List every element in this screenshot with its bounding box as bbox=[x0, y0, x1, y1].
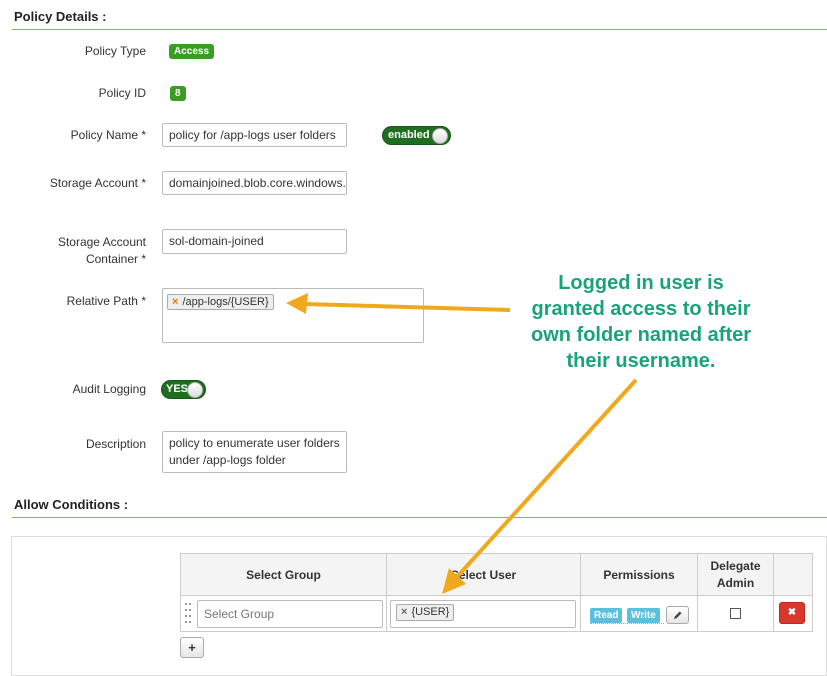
permissions-underline bbox=[590, 623, 664, 624]
annotation-text: Logged in user is granted access to thei… bbox=[505, 270, 777, 374]
annotation-line-4: their username. bbox=[566, 350, 716, 372]
delete-cell: ✖ bbox=[773, 595, 813, 632]
policy-id-badge: 8 bbox=[170, 86, 186, 101]
storage-container-label-line1: Storage Account bbox=[57, 235, 146, 249]
remove-tag-icon[interactable]: × bbox=[172, 296, 178, 308]
allow-conditions-title: Allow Conditions : bbox=[14, 497, 129, 512]
annotation-line-1: Logged in user is bbox=[558, 272, 724, 294]
permission-write-badge: Write bbox=[627, 608, 660, 623]
permission-read-badge: Read bbox=[590, 608, 623, 623]
description-line-2: under /app-logs folder bbox=[169, 453, 286, 467]
storage-container-input[interactable]: sol-domain-joined bbox=[162, 229, 347, 254]
pencil-icon bbox=[673, 611, 681, 619]
delegate-admin-cell bbox=[697, 595, 774, 632]
policy-type-badge: Access bbox=[169, 44, 215, 59]
policy-details-divider bbox=[12, 29, 827, 30]
actions-header bbox=[773, 553, 813, 596]
select-group-header: Select Group bbox=[180, 553, 387, 596]
plus-icon: + bbox=[188, 640, 196, 655]
delegate-header-line-2: Admin bbox=[716, 575, 755, 590]
audit-logging-label: Audit Logging bbox=[72, 382, 146, 396]
toggle-knob bbox=[432, 128, 448, 144]
relative-path-tag: × /app-logs/{USER} bbox=[167, 294, 274, 310]
delegate-header-line-1: Delegate bbox=[710, 558, 761, 573]
storage-account-input[interactable]: domainjoined.blob.core.windows. bbox=[162, 171, 347, 195]
annotation-line-2: granted access to their bbox=[531, 298, 751, 320]
storage-container-label-line2: Container * bbox=[85, 252, 146, 266]
edit-permissions-button[interactable] bbox=[666, 606, 689, 624]
select-user-cell: × {USER} bbox=[386, 595, 581, 632]
permissions-header: Permissions bbox=[580, 553, 698, 596]
times-icon: ✖ bbox=[787, 607, 797, 618]
drag-handle-icon[interactable] bbox=[185, 602, 191, 624]
relative-path-tag-label: /app-logs/{USER} bbox=[182, 296, 269, 308]
delegate-admin-header: Delegate Admin bbox=[697, 553, 774, 596]
table-row: × {USER} Read Write ✖ bbox=[180, 595, 813, 632]
user-tag-label: {USER} bbox=[411, 606, 450, 618]
policy-id-label: Policy ID bbox=[98, 86, 146, 100]
select-user-header: Select User bbox=[386, 553, 581, 596]
policy-type-label: Policy Type bbox=[84, 44, 146, 58]
description-textarea[interactable]: policy to enumerate user folders under /… bbox=[162, 431, 347, 473]
remove-tag-icon[interactable]: × bbox=[401, 606, 407, 618]
annotation-line-3: own folder named after bbox=[530, 324, 752, 346]
allow-conditions-table: Select Group Select User Permissions Del… bbox=[180, 553, 813, 632]
permissions-cell: Read Write bbox=[580, 595, 698, 632]
description-line-1: policy to enumerate user folders bbox=[169, 436, 340, 450]
policy-name-input[interactable]: policy for /app-logs user folders bbox=[162, 123, 347, 147]
audit-logging-toggle[interactable]: YES bbox=[161, 380, 206, 399]
add-condition-button[interactable]: + bbox=[180, 637, 204, 658]
description-label: Description bbox=[85, 437, 146, 451]
relative-path-label: Relative Path * bbox=[66, 294, 146, 308]
select-group-input[interactable] bbox=[197, 600, 383, 628]
user-tag: × {USER} bbox=[396, 604, 455, 621]
select-group-cell bbox=[180, 595, 387, 632]
policy-name-label: Policy Name * bbox=[70, 128, 146, 142]
audit-logging-toggle-label: YES bbox=[166, 383, 189, 395]
allow-conditions-divider bbox=[12, 517, 827, 518]
table-header-row: Select Group Select User Permissions Del… bbox=[180, 553, 813, 596]
policy-enabled-toggle[interactable]: enabled bbox=[382, 126, 451, 145]
delete-row-button[interactable]: ✖ bbox=[779, 602, 805, 624]
toggle-knob bbox=[187, 382, 203, 398]
policy-enabled-toggle-label: enabled bbox=[388, 129, 430, 141]
delegate-admin-checkbox[interactable] bbox=[730, 608, 741, 619]
storage-account-label: Storage Account * bbox=[49, 176, 146, 190]
policy-details-title: Policy Details : bbox=[14, 9, 107, 24]
